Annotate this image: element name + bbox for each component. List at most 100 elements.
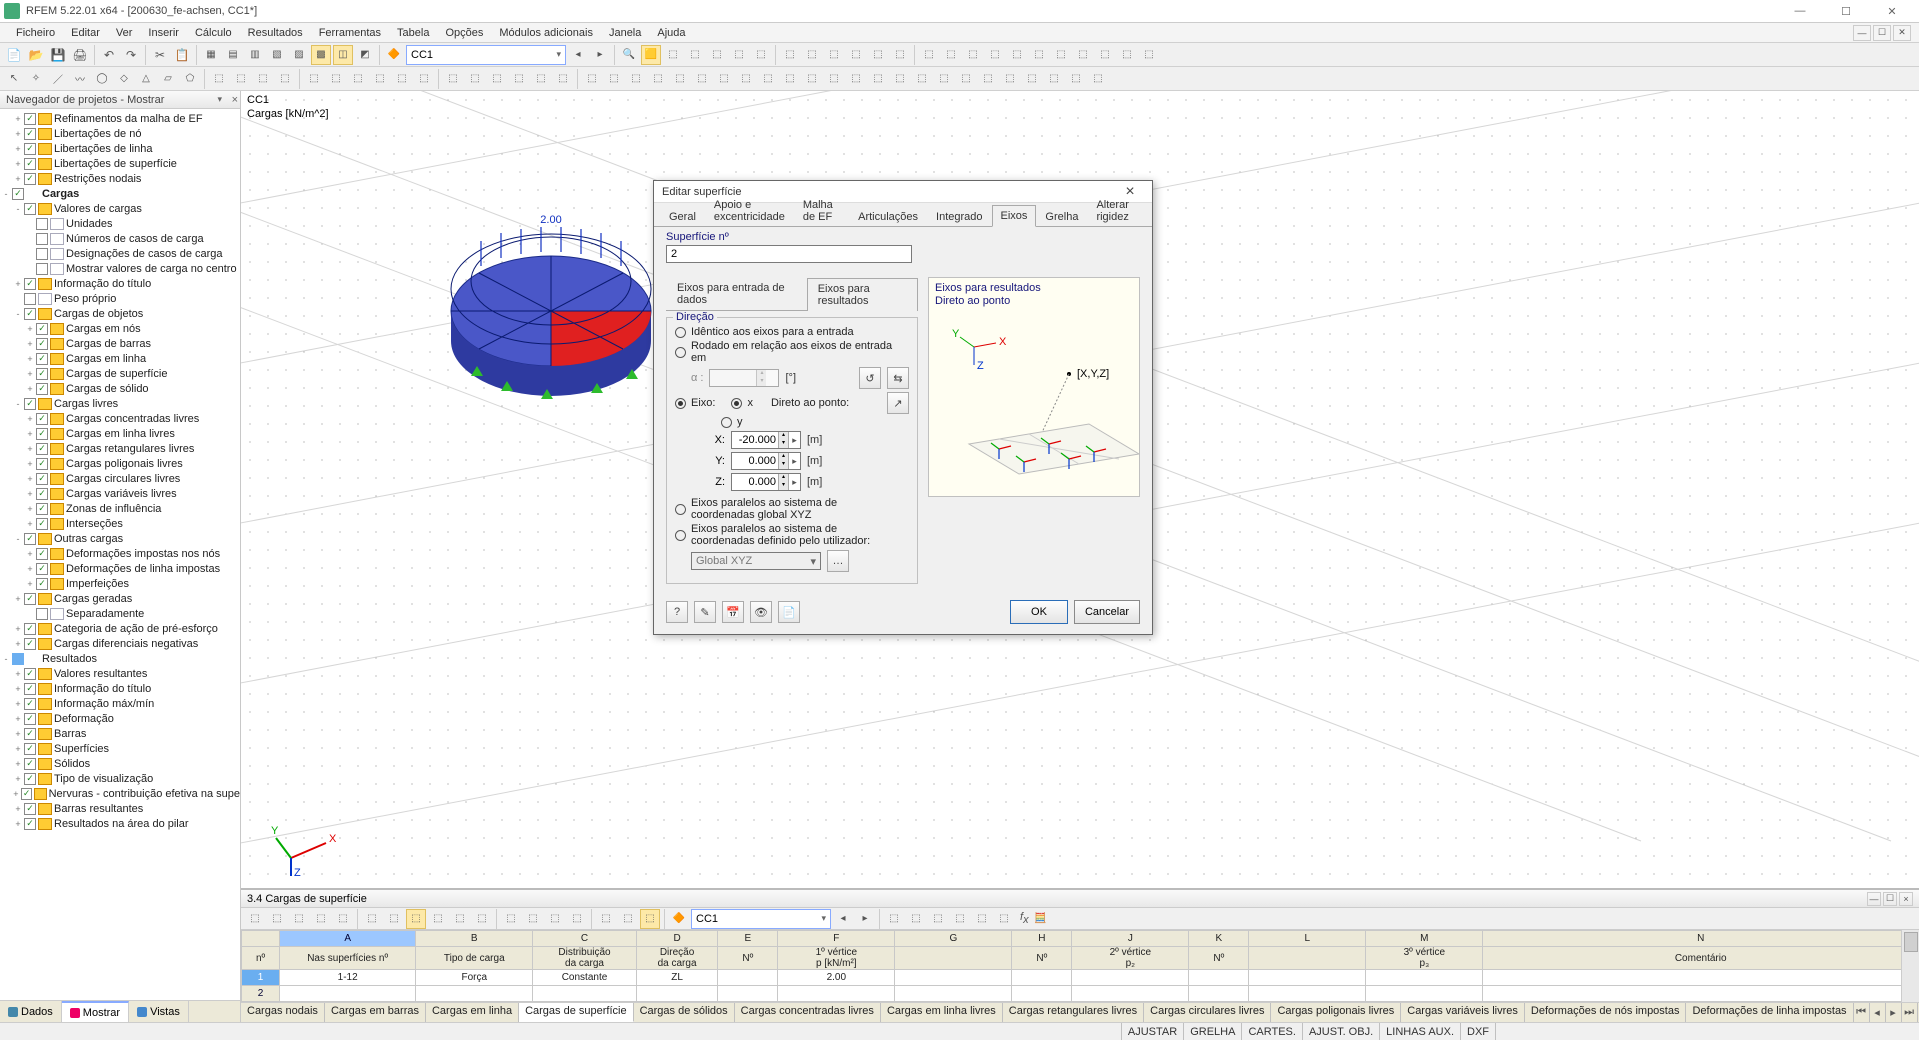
tree-item[interactable]: Números de casos de carga bbox=[0, 231, 240, 246]
tb-btn[interactable]: ⬚ bbox=[370, 69, 390, 89]
tb-btn[interactable]: ⬚ bbox=[1139, 45, 1159, 65]
dp-btn[interactable]: ⬚ bbox=[472, 909, 492, 929]
dp-close[interactable]: × bbox=[1899, 892, 1913, 906]
tree-item[interactable]: -Valores de cargas bbox=[0, 201, 240, 216]
tb-btn[interactable]: ⬚ bbox=[1095, 45, 1115, 65]
tree-item[interactable]: +Categoria de ação de pré-esforço bbox=[0, 621, 240, 636]
tb-btn[interactable]: ⬚ bbox=[802, 45, 822, 65]
surface-no-field[interactable] bbox=[666, 245, 912, 263]
tree-item[interactable]: +Cargas em linha bbox=[0, 351, 240, 366]
mdi-min[interactable]: — bbox=[1853, 25, 1871, 41]
dp-fx[interactable]: 🧮 bbox=[1031, 909, 1051, 929]
mdi-close[interactable]: ✕ bbox=[1893, 25, 1911, 41]
tb-copy[interactable]: 📋 bbox=[172, 45, 192, 65]
tb-cursor[interactable]: ↖ bbox=[4, 69, 24, 89]
tb-btn[interactable]: 〰 bbox=[70, 69, 90, 89]
tab-nav[interactable]: ⏭ bbox=[1902, 1003, 1918, 1022]
dp-btn[interactable]: ⬚ bbox=[545, 909, 565, 929]
dp-btn[interactable]: ⬚ bbox=[333, 909, 353, 929]
tree-item[interactable]: +Sólidos bbox=[0, 756, 240, 771]
tree-item[interactable]: +Cargas retangulares livres bbox=[0, 441, 240, 456]
y-field[interactable] bbox=[732, 453, 778, 469]
tb-btn[interactable]: ⬚ bbox=[736, 69, 756, 89]
radio-identical[interactable]: Idêntico aos eixos para a entrada bbox=[675, 326, 909, 338]
tb-btn[interactable]: ⬚ bbox=[1088, 69, 1108, 89]
radio-parallel-global[interactable]: Eixos paralelos ao sistema de coordenada… bbox=[675, 497, 909, 521]
tb-btn[interactable]: ⬚ bbox=[487, 69, 507, 89]
tree-item[interactable]: +Cargas de barras bbox=[0, 336, 240, 351]
tb-btn[interactable]: ◇ bbox=[114, 69, 134, 89]
tree-item[interactable]: +Informação máx/mín bbox=[0, 696, 240, 711]
tb-prev[interactable]: ◂ bbox=[568, 45, 588, 65]
mdi-max[interactable]: ☐ bbox=[1873, 25, 1891, 41]
status-ajustar[interactable]: AJUSTAR bbox=[1121, 1023, 1183, 1040]
dp-max[interactable]: ☐ bbox=[1883, 892, 1897, 906]
tree-item[interactable]: +Deformação bbox=[0, 711, 240, 726]
menu-janela[interactable]: Janela bbox=[601, 25, 649, 41]
tb-btn[interactable]: ⬚ bbox=[685, 45, 705, 65]
tb-btn[interactable]: ⬚ bbox=[941, 45, 961, 65]
dp-btn[interactable]: ⬚ bbox=[406, 909, 426, 929]
dp-btn[interactable]: ⬚ bbox=[362, 909, 382, 929]
tb-btn[interactable]: ⬚ bbox=[934, 69, 954, 89]
navigator-close-icon[interactable]: × bbox=[232, 94, 238, 106]
tb-loadcase-icon[interactable]: 🔶 bbox=[384, 45, 404, 65]
tb-btn[interactable]: ⬚ bbox=[253, 69, 273, 89]
tree-item[interactable]: -Cargas de objetos bbox=[0, 306, 240, 321]
status-grelha[interactable]: GRELHA bbox=[1183, 1023, 1241, 1040]
tb-btn[interactable]: ⬚ bbox=[802, 69, 822, 89]
dp-btn[interactable]: ⬚ bbox=[906, 909, 926, 929]
dlg-help-button[interactable]: ? bbox=[666, 601, 688, 623]
menu-ajuda[interactable]: Ajuda bbox=[649, 25, 693, 41]
tree-item[interactable]: +Libertações de nó bbox=[0, 126, 240, 141]
bottom-tab[interactable]: Cargas em linha livres bbox=[881, 1003, 1003, 1022]
tb-btn[interactable]: ⬚ bbox=[780, 45, 800, 65]
tb-btn[interactable]: ⬚ bbox=[978, 69, 998, 89]
tree-item[interactable]: Separadamente bbox=[0, 606, 240, 621]
tb-btn[interactable]: ⬚ bbox=[846, 45, 866, 65]
menu-opcoes[interactable]: Opções bbox=[437, 25, 491, 41]
tree-item[interactable]: +Deformações de linha impostas bbox=[0, 561, 240, 576]
tb-btn[interactable]: ⬚ bbox=[209, 69, 229, 89]
dlg-report-button[interactable]: 📄 bbox=[778, 601, 800, 623]
navigator-tab-dados[interactable]: Dados bbox=[0, 1001, 62, 1022]
tree-item[interactable]: +Informação do título bbox=[0, 276, 240, 291]
tree-item[interactable]: +Cargas variáveis livres bbox=[0, 486, 240, 501]
tb-btn[interactable]: ⬚ bbox=[648, 69, 668, 89]
tree-item[interactable]: -Outras cargas bbox=[0, 531, 240, 546]
tree-item[interactable]: +Refinamentos da malha de EF bbox=[0, 111, 240, 126]
dlg-calc-button[interactable]: 📅 bbox=[722, 601, 744, 623]
tb-btn[interactable]: ⬚ bbox=[751, 45, 771, 65]
tree-item[interactable]: Mostrar valores de carga no centro bbox=[0, 261, 240, 276]
tree-item[interactable]: +Cargas diferenciais negativas bbox=[0, 636, 240, 651]
tree-item[interactable]: +Libertações de superfície bbox=[0, 156, 240, 171]
tb-btn[interactable]: ⬚ bbox=[670, 69, 690, 89]
tab-nav[interactable]: ▸ bbox=[1886, 1003, 1902, 1022]
subtab-result-axes[interactable]: Eixos para resultados bbox=[807, 278, 918, 311]
tb-btn[interactable]: ⬚ bbox=[1022, 69, 1042, 89]
tree-item[interactable]: +Cargas geradas bbox=[0, 591, 240, 606]
dlg-view-button[interactable]: 👁 bbox=[750, 601, 772, 623]
tree-item[interactable]: +Informação do título bbox=[0, 681, 240, 696]
bottom-tab[interactable]: Cargas variáveis livres bbox=[1401, 1003, 1525, 1022]
dialog-tab[interactable]: Malha de EF bbox=[794, 194, 849, 227]
close-button[interactable]: ✕ bbox=[1869, 0, 1915, 23]
tb-btn[interactable]: ⬚ bbox=[758, 69, 778, 89]
dialog-tab[interactable]: Apoio e excentricidade bbox=[705, 194, 794, 227]
dp-btn[interactable]: ⬚ bbox=[994, 909, 1014, 929]
tree-item[interactable]: +Deformações impostas nos nós bbox=[0, 546, 240, 561]
menu-tabela[interactable]: Tabela bbox=[389, 25, 437, 41]
navigator-tree[interactable]: +Refinamentos da malha de EF+Libertações… bbox=[0, 109, 240, 1000]
dp-lc-icon[interactable]: 🔶 bbox=[669, 909, 689, 929]
tb-btn[interactable]: ⬚ bbox=[582, 69, 602, 89]
tb-btn[interactable]: ⬚ bbox=[1051, 45, 1071, 65]
menu-inserir[interactable]: Inserir bbox=[140, 25, 187, 41]
dp-btn[interactable]: ⬚ bbox=[501, 909, 521, 929]
tree-item[interactable]: Unidades bbox=[0, 216, 240, 231]
tb-btn[interactable]: ⬚ bbox=[1044, 69, 1064, 89]
tb-open[interactable]: 📂 bbox=[26, 45, 46, 65]
status-ajust-obj[interactable]: AJUST. OBJ. bbox=[1302, 1023, 1379, 1040]
tree-item[interactable]: +Superfícies bbox=[0, 741, 240, 756]
maximize-button[interactable]: ☐ bbox=[1823, 0, 1869, 23]
tb-cut[interactable]: ✂ bbox=[150, 45, 170, 65]
